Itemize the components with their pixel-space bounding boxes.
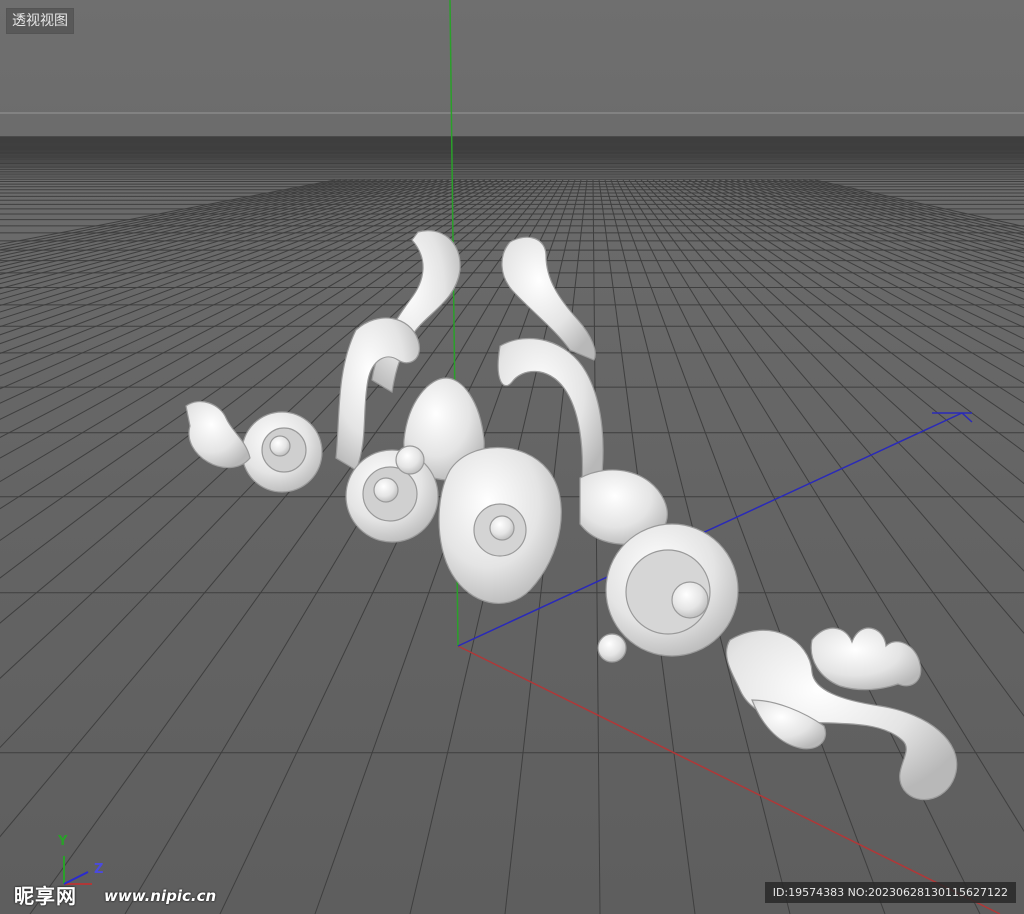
grid-line-v [0,179,372,264]
grid-line-v [796,179,1024,236]
perspective-viewport[interactable]: 透视视图 Y Z 昵享网 www.nipic.cn ID:19574383 NO… [0,0,1024,914]
grid-line-v [778,179,1024,246]
grid-line-v [0,179,390,276]
grid-line-v [0,179,384,271]
grid-line-v [0,179,420,301]
grid-line-v [682,179,1024,368]
grid-line-v [0,179,438,320]
grid-line-v [766,179,1024,254]
grid-line-v [0,179,462,354]
watermark-logo: 昵享网 [14,884,77,908]
left-horn [371,230,461,393]
grid-line-v [0,179,402,285]
left-scroll-bud [395,445,425,475]
grid-line-v [724,179,1024,293]
grid-line-v [0,179,444,328]
watermark-url: www.nipic.cn [104,887,217,905]
grid-line-v [718,179,1024,300]
scene-canvas[interactable] [0,0,1024,914]
grid-line-v [748,179,1024,268]
grid-line-v [754,179,1024,263]
viewport-title-label[interactable]: 透视视图 [6,8,74,34]
grid-line-v [802,179,1024,233]
gizmo-z-label: Z [94,862,104,877]
image-id-strip: ID:19574383 NO:20230628130115627122 [764,882,1016,903]
grid-line-v [688,179,1024,353]
small-bud [597,633,627,663]
grid-line-v [694,179,1024,340]
grid-line-v [670,179,1024,404]
left-sprig [185,401,251,469]
z-axis-tick2 [961,412,973,423]
gizmo-y-label: Y [58,834,68,849]
grid-line-v [0,179,396,280]
grid-line-v [772,179,1024,250]
grid-line-v [0,179,408,290]
grid-line-v [592,179,601,914]
grid-line-v [0,179,432,313]
grid-line-v [760,179,1024,258]
grid-line-v [808,179,1024,230]
grid-line-v [0,179,366,260]
grid-line-v [712,179,1024,309]
